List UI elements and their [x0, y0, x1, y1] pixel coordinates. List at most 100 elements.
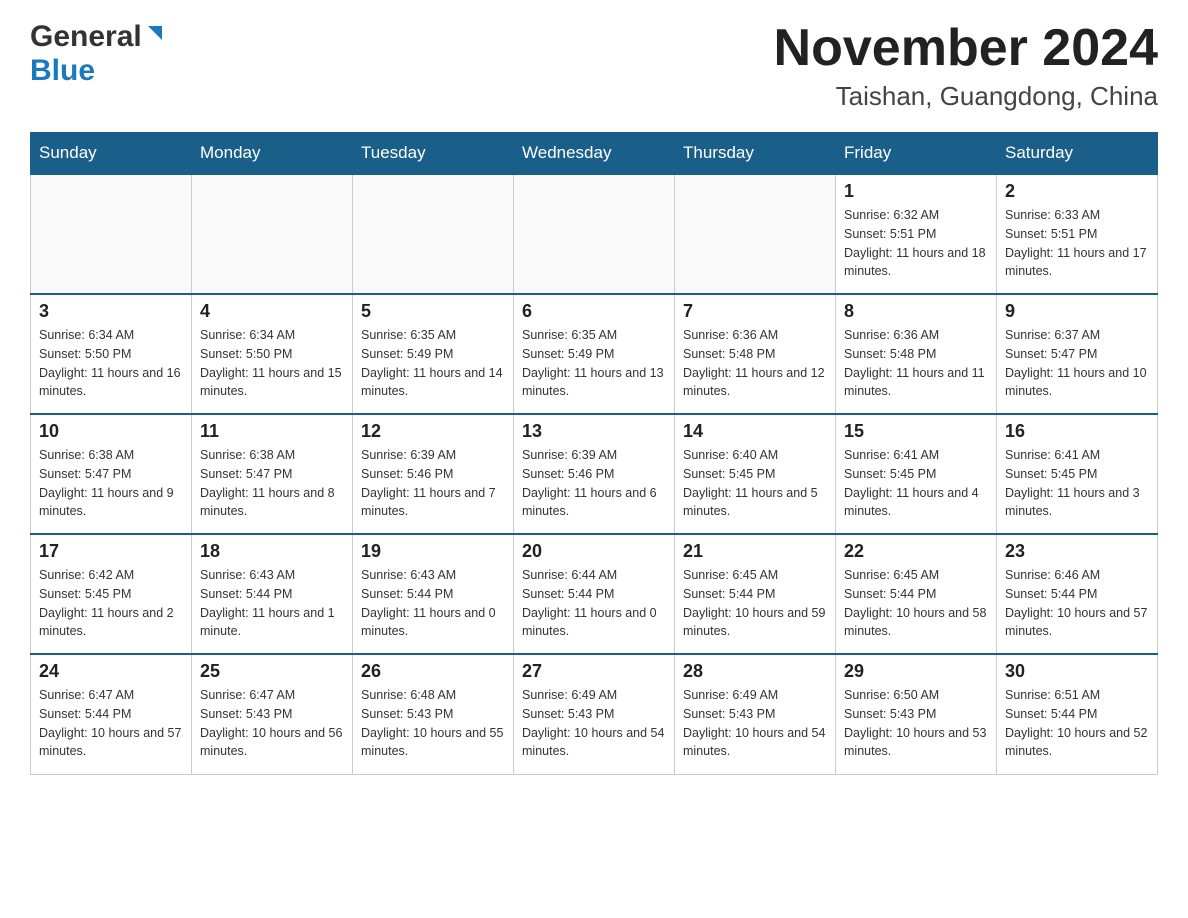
calendar-day-cell: 12 Sunrise: 6:39 AMSunset: 5:46 PMDayligh… [353, 414, 514, 534]
day-number: 13 [522, 421, 666, 442]
day-number: 10 [39, 421, 183, 442]
day-info: Sunrise: 6:33 AMSunset: 5:51 PMDaylight:… [1005, 206, 1149, 281]
calendar-day-cell: 14 Sunrise: 6:40 AMSunset: 5:45 PMDayligh… [675, 414, 836, 534]
day-info: Sunrise: 6:42 AMSunset: 5:45 PMDaylight:… [39, 566, 183, 641]
day-number: 23 [1005, 541, 1149, 562]
day-info: Sunrise: 6:40 AMSunset: 5:45 PMDaylight:… [683, 446, 827, 521]
calendar-day-cell: 1 Sunrise: 6:32 AMSunset: 5:51 PMDaylight… [836, 174, 997, 294]
calendar-day-cell: 23 Sunrise: 6:46 AMSunset: 5:44 PMDayligh… [997, 534, 1158, 654]
calendar-table: SundayMondayTuesdayWednesdayThursdayFrid… [30, 132, 1158, 775]
day-number: 26 [361, 661, 505, 682]
calendar-day-cell: 9 Sunrise: 6:37 AMSunset: 5:47 PMDaylight… [997, 294, 1158, 414]
logo: General Blue [30, 20, 166, 88]
day-info: Sunrise: 6:46 AMSunset: 5:44 PMDaylight:… [1005, 566, 1149, 641]
logo-general-text: General [30, 20, 142, 54]
day-number: 9 [1005, 301, 1149, 322]
day-number: 14 [683, 421, 827, 442]
day-number: 4 [200, 301, 344, 322]
day-number: 18 [200, 541, 344, 562]
day-number: 5 [361, 301, 505, 322]
logo-arrow-icon [144, 22, 166, 49]
day-number: 28 [683, 661, 827, 682]
day-info: Sunrise: 6:43 AMSunset: 5:44 PMDaylight:… [361, 566, 505, 641]
calendar-day-cell: 28Sunrise: 6:49 AMSunset: 5:43 PMDayligh… [675, 654, 836, 774]
calendar-day-cell: 13 Sunrise: 6:39 AMSunset: 5:46 PMDayligh… [514, 414, 675, 534]
calendar-day-cell: 8 Sunrise: 6:36 AMSunset: 5:48 PMDaylight… [836, 294, 997, 414]
calendar-day-cell: 6 Sunrise: 6:35 AMSunset: 5:49 PMDaylight… [514, 294, 675, 414]
day-info: Sunrise: 6:51 AMSunset: 5:44 PMDaylight:… [1005, 686, 1149, 761]
calendar-day-cell: 29Sunrise: 6:50 AMSunset: 5:43 PMDayligh… [836, 654, 997, 774]
day-number: 7 [683, 301, 827, 322]
day-info: Sunrise: 6:34 AMSunset: 5:50 PMDaylight:… [39, 326, 183, 401]
day-info: Sunrise: 6:49 AMSunset: 5:43 PMDaylight:… [522, 686, 666, 761]
day-number: 20 [522, 541, 666, 562]
day-number: 19 [361, 541, 505, 562]
day-info: Sunrise: 6:47 AMSunset: 5:43 PMDaylight:… [200, 686, 344, 761]
day-number: 30 [1005, 661, 1149, 682]
calendar-day-cell: 2 Sunrise: 6:33 AMSunset: 5:51 PMDaylight… [997, 174, 1158, 294]
calendar-day-cell [31, 174, 192, 294]
day-number: 12 [361, 421, 505, 442]
calendar-day-cell [514, 174, 675, 294]
day-info: Sunrise: 6:35 AMSunset: 5:49 PMDaylight:… [522, 326, 666, 401]
calendar-header: SundayMondayTuesdayWednesdayThursdayFrid… [31, 133, 1158, 175]
day-number: 11 [200, 421, 344, 442]
day-number: 6 [522, 301, 666, 322]
calendar-day-cell: 26 Sunrise: 6:48 AMSunset: 5:43 PMDayligh… [353, 654, 514, 774]
day-number: 22 [844, 541, 988, 562]
day-number: 8 [844, 301, 988, 322]
day-number: 25 [200, 661, 344, 682]
day-number: 27 [522, 661, 666, 682]
calendar-day-cell: 16 Sunrise: 6:41 AMSunset: 5:45 PMDayligh… [997, 414, 1158, 534]
calendar-day-cell: 24 Sunrise: 6:47 AMSunset: 5:44 PMDayligh… [31, 654, 192, 774]
calendar-day-cell: 25 Sunrise: 6:47 AMSunset: 5:43 PMDayligh… [192, 654, 353, 774]
weekday-header-friday: Friday [836, 133, 997, 175]
calendar-week-row: 17Sunrise: 6:42 AMSunset: 5:45 PMDayligh… [31, 534, 1158, 654]
calendar-day-cell: 19 Sunrise: 6:43 AMSunset: 5:44 PMDayligh… [353, 534, 514, 654]
calendar-week-row: 3 Sunrise: 6:34 AMSunset: 5:50 PMDaylight… [31, 294, 1158, 414]
calendar-day-cell: 10Sunrise: 6:38 AMSunset: 5:47 PMDayligh… [31, 414, 192, 534]
day-info: Sunrise: 6:34 AMSunset: 5:50 PMDaylight:… [200, 326, 344, 401]
day-number: 2 [1005, 181, 1149, 202]
day-number: 15 [844, 421, 988, 442]
weekday-header-saturday: Saturday [997, 133, 1158, 175]
calendar-day-cell: 20Sunrise: 6:44 AMSunset: 5:44 PMDayligh… [514, 534, 675, 654]
calendar-day-cell: 5Sunrise: 6:35 AMSunset: 5:49 PMDaylight… [353, 294, 514, 414]
day-info: Sunrise: 6:47 AMSunset: 5:44 PMDaylight:… [39, 686, 183, 761]
calendar-week-row: 1 Sunrise: 6:32 AMSunset: 5:51 PMDaylight… [31, 174, 1158, 294]
day-info: Sunrise: 6:37 AMSunset: 5:47 PMDaylight:… [1005, 326, 1149, 401]
calendar-day-cell [353, 174, 514, 294]
day-info: Sunrise: 6:45 AMSunset: 5:44 PMDaylight:… [844, 566, 988, 641]
calendar-day-cell: 30 Sunrise: 6:51 AMSunset: 5:44 PMDayligh… [997, 654, 1158, 774]
day-info: Sunrise: 6:50 AMSunset: 5:43 PMDaylight:… [844, 686, 988, 761]
calendar-day-cell: 11Sunrise: 6:38 AMSunset: 5:47 PMDayligh… [192, 414, 353, 534]
weekday-header-sunday: Sunday [31, 133, 192, 175]
day-info: Sunrise: 6:39 AMSunset: 5:46 PMDaylight:… [361, 446, 505, 521]
day-info: Sunrise: 6:36 AMSunset: 5:48 PMDaylight:… [844, 326, 988, 401]
calendar-day-cell: 22 Sunrise: 6:45 AMSunset: 5:44 PMDayligh… [836, 534, 997, 654]
calendar-day-cell [675, 174, 836, 294]
day-info: Sunrise: 6:43 AMSunset: 5:44 PMDaylight:… [200, 566, 344, 641]
calendar-title: November 2024 [774, 20, 1158, 77]
calendar-day-cell: 18 Sunrise: 6:43 AMSunset: 5:44 PMDayligh… [192, 534, 353, 654]
day-number: 1 [844, 181, 988, 202]
day-number: 21 [683, 541, 827, 562]
day-info: Sunrise: 6:41 AMSunset: 5:45 PMDaylight:… [1005, 446, 1149, 521]
day-info: Sunrise: 6:48 AMSunset: 5:43 PMDaylight:… [361, 686, 505, 761]
calendar-day-cell: 3 Sunrise: 6:34 AMSunset: 5:50 PMDaylight… [31, 294, 192, 414]
weekday-header-row: SundayMondayTuesdayWednesdayThursdayFrid… [31, 133, 1158, 175]
day-info: Sunrise: 6:39 AMSunset: 5:46 PMDaylight:… [522, 446, 666, 521]
day-info: Sunrise: 6:36 AMSunset: 5:48 PMDaylight:… [683, 326, 827, 401]
day-number: 3 [39, 301, 183, 322]
title-section: November 2024 Taishan, Guangdong, China [774, 20, 1158, 112]
weekday-header-monday: Monday [192, 133, 353, 175]
weekday-header-wednesday: Wednesday [514, 133, 675, 175]
weekday-header-thursday: Thursday [675, 133, 836, 175]
logo-blue-text: Blue [30, 54, 95, 87]
day-info: Sunrise: 6:45 AMSunset: 5:44 PMDaylight:… [683, 566, 827, 641]
calendar-day-cell: 15Sunrise: 6:41 AMSunset: 5:45 PMDayligh… [836, 414, 997, 534]
day-number: 16 [1005, 421, 1149, 442]
day-number: 24 [39, 661, 183, 682]
day-info: Sunrise: 6:32 AMSunset: 5:51 PMDaylight:… [844, 206, 988, 281]
page-header: General Blue November 2024 Taishan, Guan… [30, 20, 1158, 112]
